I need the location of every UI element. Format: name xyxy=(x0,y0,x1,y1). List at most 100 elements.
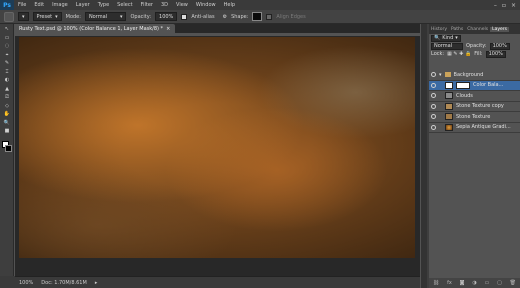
status-bar: 100% Doc: 1.70M/8.61M ▸ xyxy=(15,276,420,288)
crop-tool-icon[interactable]: ⌖ xyxy=(2,51,12,58)
layer-row[interactable]: Sepia Antique Gradi... xyxy=(429,123,520,133)
menu-file[interactable]: File xyxy=(14,2,30,8)
blend-mode-dropdown[interactable]: Normal xyxy=(431,42,463,50)
tab-channels[interactable]: Channels xyxy=(465,27,490,32)
lock-row: Lock: ▦ ✎ ✚ 🔒 Fill: 100% xyxy=(429,50,520,58)
layer-name: Sepia Antique Gradi... xyxy=(456,124,511,131)
trash-icon[interactable]: 🗑 xyxy=(510,280,516,286)
visibility-icon[interactable] xyxy=(431,93,436,99)
kind-filter-dropdown[interactable]: 🔍 Kind ▾ xyxy=(431,34,461,42)
document-tab-title: Rusty Text.psd @ 100% (Color Balance 1, … xyxy=(19,25,164,32)
layer-thumbnail xyxy=(445,123,453,131)
hand-tool-icon[interactable]: ✋ xyxy=(2,111,12,118)
panel-tabs: History Paths Channels Layers xyxy=(429,24,520,34)
document-area: Rusty Text.psd @ 100% (Color Balance 1, … xyxy=(15,24,420,276)
opacity-field[interactable]: 100% xyxy=(155,12,178,21)
close-icon[interactable]: × xyxy=(511,2,516,9)
mode-label: Mode: xyxy=(65,13,81,20)
visibility-icon[interactable] xyxy=(431,124,436,130)
layer-name: Background xyxy=(453,71,484,78)
lock-icons[interactable]: ▦ ✎ ✚ 🔒 xyxy=(447,51,471,57)
document-tab[interactable]: Rusty Text.psd @ 100% (Color Balance 1, … xyxy=(15,24,175,33)
options-bar: ▾ Preset ▾ Mode: Normal ▾ Opacity: 100% An… xyxy=(0,10,520,24)
visibility-icon[interactable] xyxy=(431,72,436,78)
background-color-swatch[interactable] xyxy=(5,144,12,152)
marquee-tool-icon[interactable]: ▭ xyxy=(2,34,12,41)
screen-mode-icon[interactable]: ■ xyxy=(2,128,12,135)
adjust-icon[interactable]: ◑ xyxy=(472,280,476,286)
doc-info[interactable]: Doc: 1.70M/8.61M xyxy=(41,280,87,286)
menu-image[interactable]: Image xyxy=(48,2,72,8)
new-layer-icon[interactable]: ▢ xyxy=(497,280,502,286)
gear-icon[interactable]: ⚙ xyxy=(223,14,227,20)
shape-label: Shape: xyxy=(231,13,249,20)
antialias-label: Anti-alias xyxy=(191,13,215,20)
mode-dropdown[interactable]: Normal ▾ xyxy=(84,12,127,21)
document-image[interactable] xyxy=(19,37,415,258)
paint-bucket-icon[interactable] xyxy=(4,11,14,22)
menu-type[interactable]: Type xyxy=(94,2,113,8)
brush-tool-icon[interactable]: ✎ xyxy=(2,60,12,67)
path-tool-icon[interactable]: ▲ xyxy=(2,85,12,92)
type-tool-icon[interactable]: ⌶ xyxy=(2,68,12,75)
adjustment-layer-icon xyxy=(445,81,453,89)
stamp-tool-icon[interactable]: ⎚ xyxy=(2,94,12,101)
folder-icon[interactable]: ▭ xyxy=(485,280,490,286)
menu-edit[interactable]: Edit xyxy=(30,2,48,8)
pen-tool-icon[interactable]: ◇ xyxy=(2,102,12,109)
tools-panel: ↖ ▭ ◌ ⌖ ✎ ⌶ ◐ ▲ ⎚ ◇ ✋ 🔍 ■ xyxy=(0,24,14,276)
dodge-tool-icon[interactable]: ◐ xyxy=(2,77,12,84)
zoom-tool-icon[interactable]: 🔍 xyxy=(2,119,12,126)
layer-name: Color Bala... xyxy=(473,82,504,89)
blend-row: Normal Opacity: 100% xyxy=(429,42,520,50)
mask-icon[interactable]: ◙ xyxy=(460,280,465,286)
tool-preset-dropdown[interactable]: ▾ xyxy=(18,12,29,21)
lock-label: Lock: xyxy=(431,51,445,57)
expand-arrow-icon[interactable]: ▾ xyxy=(439,72,442,78)
minimize-icon[interactable]: – xyxy=(494,2,497,9)
visibility-icon[interactable] xyxy=(431,82,436,88)
filter-row: 🔍 Kind ▾ xyxy=(429,34,520,42)
visibility-icon[interactable] xyxy=(431,114,436,120)
window-controls: – ▫ × xyxy=(494,2,520,9)
fill-label: Fill: xyxy=(474,51,483,57)
zoom-level[interactable]: 100% xyxy=(19,280,33,286)
antialias-checkbox[interactable] xyxy=(181,13,188,20)
lasso-tool-icon[interactable]: ◌ xyxy=(2,43,12,50)
opacity-field[interactable]: 100% xyxy=(489,42,510,50)
align-edges-checkbox[interactable] xyxy=(266,13,273,20)
menu-bar: Ps File Edit Image Layer Type Select Fil… xyxy=(0,0,520,10)
layer-row[interactable]: Stone Texture xyxy=(429,112,520,123)
tab-layers[interactable]: Layers xyxy=(490,26,509,32)
layer-mask-thumbnail xyxy=(456,81,470,89)
shape-swatch[interactable] xyxy=(252,12,263,21)
menu-select[interactable]: Select xyxy=(113,2,136,8)
close-tab-icon[interactable]: × xyxy=(166,26,170,32)
link-icon[interactable]: ⛓ xyxy=(433,280,439,286)
collapsed-panel-strip xyxy=(421,24,427,288)
maximize-icon[interactable]: ▫ xyxy=(502,2,506,9)
opacity-label: Opacity: xyxy=(466,43,487,49)
layer-row[interactable]: Color Bala... xyxy=(429,80,520,91)
status-arrow-icon[interactable]: ▸ xyxy=(95,280,98,286)
menu-view[interactable]: View xyxy=(172,2,192,8)
menu-help[interactable]: Help xyxy=(220,2,239,8)
tab-history[interactable]: History xyxy=(429,27,449,32)
layer-name: Stone Texture xyxy=(456,113,491,120)
layer-row[interactable]: ▾ Background xyxy=(429,70,520,81)
layer-row[interactable]: Clouds xyxy=(429,91,520,102)
fill-source-dropdown[interactable]: Preset ▾ xyxy=(32,12,62,21)
menu-layer[interactable]: Layer xyxy=(72,2,94,8)
visibility-icon[interactable] xyxy=(431,103,436,109)
menu-3d[interactable]: 3D xyxy=(157,2,172,8)
fill-field[interactable]: 100% xyxy=(485,50,506,58)
menu-window[interactable]: Window xyxy=(192,2,220,8)
folder-icon xyxy=(444,72,451,78)
fx-icon[interactable]: fx xyxy=(447,280,452,286)
layers-panel-footer: ⛓ fx ◙ ◑ ▭ ▢ 🗑 xyxy=(429,278,520,288)
align-edges-label: Align Edges xyxy=(276,13,306,20)
menu-filter[interactable]: Filter xyxy=(137,2,157,8)
tab-paths[interactable]: Paths xyxy=(449,27,465,32)
move-tool-icon[interactable]: ↖ xyxy=(2,26,12,33)
layer-row[interactable]: Stone Texture copy xyxy=(429,102,520,112)
